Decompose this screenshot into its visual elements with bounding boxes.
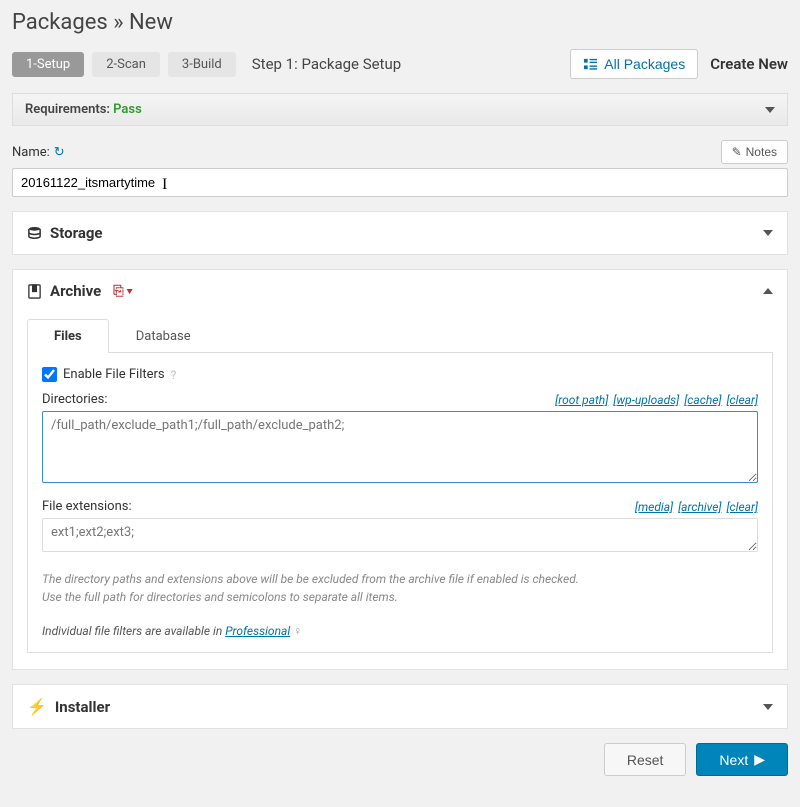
step-scan[interactable]: 2-Scan [92,52,160,77]
link-clear-ext[interactable]: [clear] [726,500,758,514]
link-cache[interactable]: [cache] [684,393,721,407]
installer-panel-head[interactable]: ⚡ Installer [13,685,787,728]
play-icon: ▶ [754,751,765,768]
refresh-icon[interactable]: ↻ [54,145,65,160]
link-wp-uploads[interactable]: [wp-uploads] [613,393,679,407]
archive-panel-head[interactable]: Archive ⎘ ▾ [13,270,787,312]
requirements-label: Requirements: [25,102,113,117]
directories-textarea[interactable] [42,411,758,483]
bolt-icon: ⚡ [27,697,47,716]
step-setup[interactable]: 1-Setup [12,52,84,77]
link-root-path[interactable]: [root path] [555,393,608,407]
files-icon: ⎘ [113,284,123,299]
breadcrumb-sep: » [113,10,123,35]
list-icon [583,57,598,72]
help-icon[interactable]: ? [171,368,177,382]
archive-title: Archive [50,282,101,300]
chevron-down-icon [765,107,775,113]
extensions-textarea[interactable] [42,518,758,552]
storage-panel-head[interactable]: Storage [13,212,787,254]
extensions-label: File extensions: [42,499,132,514]
filter-note-2: Use the full path for directories and se… [42,588,758,606]
step-label: Step 1: Package Setup [252,55,401,73]
link-media[interactable]: [media] [635,500,673,514]
name-label: Name: [12,145,50,160]
notes-button-label: Notes [746,145,777,159]
reset-button[interactable]: Reset [604,743,687,776]
notes-button[interactable]: ✎ Notes [721,140,788,164]
directories-label: Directories: [42,392,108,407]
archive-icon [27,284,42,299]
package-name-input[interactable] [12,168,788,197]
chevron-down-icon [763,230,773,236]
filter-note-1: The directory paths and extensions above… [42,570,758,588]
filter-icon: ▾ [127,284,132,299]
tab-files[interactable]: Files [27,319,109,353]
edit-icon: ✎ [732,145,742,159]
tab-database[interactable]: Database [109,319,218,353]
all-packages-button[interactable]: All Packages [570,49,698,79]
text-cursor-icon: I [162,176,167,194]
requirements-bar[interactable]: Requirements: Pass [12,93,788,126]
step-build[interactable]: 3-Build [168,52,236,77]
link-archive[interactable]: [archive] [678,500,721,514]
requirements-status: Pass [113,102,142,117]
create-new-label: Create New [710,55,788,73]
chevron-down-icon [763,704,773,710]
installer-title: Installer [55,698,110,716]
link-clear-dirs[interactable]: [clear] [726,393,758,407]
next-button-label: Next [719,752,748,768]
next-button[interactable]: Next ▶ [696,743,788,776]
breadcrumb-leaf: New [129,10,173,35]
database-icon [27,226,42,241]
bulb-icon: ♀ [293,624,302,638]
enable-filters-label: Enable File Filters [63,367,165,382]
storage-title: Storage [50,224,103,242]
professional-link[interactable]: Professional [225,624,290,638]
breadcrumb-root[interactable]: Packages [12,10,108,35]
enable-filters-checkbox[interactable] [42,367,57,382]
filters-note-text: Individual file filters are available in [42,624,225,638]
all-packages-label: All Packages [604,56,685,72]
chevron-up-icon [763,288,773,294]
